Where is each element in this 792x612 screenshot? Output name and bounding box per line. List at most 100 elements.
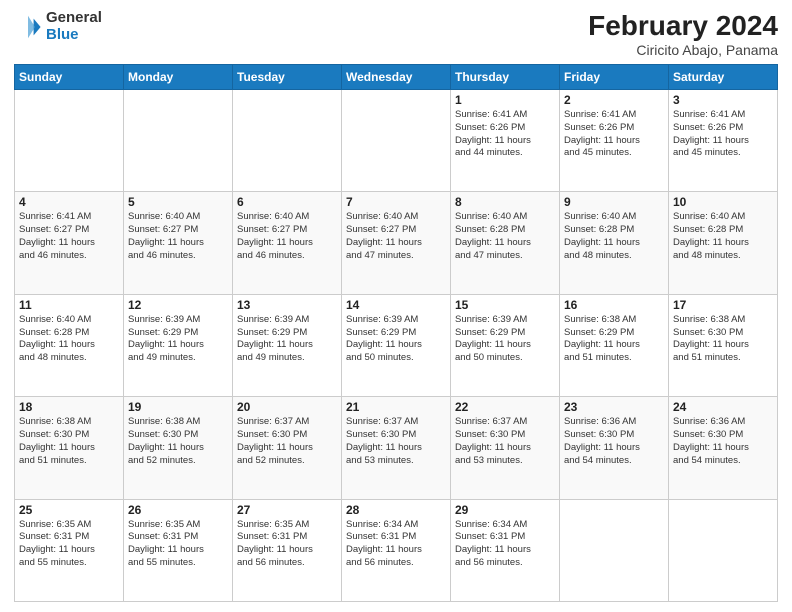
day-header-thursday: Thursday: [451, 65, 560, 90]
day-number: 27: [237, 503, 337, 517]
calendar-cell: 6 Sunrise: 6:40 AM Sunset: 6:27 PM Daylig…: [233, 192, 342, 294]
day-info: Sunrise: 6:39 AM Sunset: 6:29 PM Dayligh…: [455, 314, 555, 365]
calendar-cell: 14 Sunrise: 6:39 AM Sunset: 6:29 PM Dayli…: [342, 294, 451, 396]
day-info: Sunrise: 6:34 AM Sunset: 6:31 PM Dayligh…: [455, 519, 555, 570]
day-number: 6: [237, 195, 337, 209]
title-block: February 2024 Ciricito Abajo, Panama: [588, 10, 778, 58]
calendar-cell: 1 Sunrise: 6:41 AM Sunset: 6:26 PM Daylig…: [451, 90, 560, 192]
day-info: Sunrise: 6:40 AM Sunset: 6:27 PM Dayligh…: [128, 211, 228, 262]
day-number: 21: [346, 400, 446, 414]
day-number: 11: [19, 298, 119, 312]
calendar-cell: 28 Sunrise: 6:34 AM Sunset: 6:31 PM Dayli…: [342, 499, 451, 601]
calendar-body: 1 Sunrise: 6:41 AM Sunset: 6:26 PM Daylig…: [15, 90, 778, 602]
calendar-cell: 24Sunrise: 6:36 AM Sunset: 6:30 PM Dayli…: [669, 397, 778, 499]
calendar-title: February 2024: [588, 10, 778, 42]
calendar-cell: 19 Sunrise: 6:38 AM Sunset: 6:30 PM Dayli…: [124, 397, 233, 499]
day-number: 3: [673, 93, 773, 107]
calendar-header: SundayMondayTuesdayWednesdayThursdayFrid…: [15, 65, 778, 90]
calendar-cell: 23 Sunrise: 6:36 AM Sunset: 6:30 PM Dayli…: [560, 397, 669, 499]
day-number: 22: [455, 400, 555, 414]
day-info: Sunrise: 6:36 AM Sunset: 6:30 PM Dayligh…: [673, 416, 773, 467]
logo-text: General Blue: [46, 10, 102, 43]
day-number: 5: [128, 195, 228, 209]
day-info: Sunrise: 6:36 AM Sunset: 6:30 PM Dayligh…: [564, 416, 664, 467]
day-info: Sunrise: 6:40 AM Sunset: 6:28 PM Dayligh…: [673, 211, 773, 262]
week-row-1: 4 Sunrise: 6:41 AM Sunset: 6:27 PM Daylig…: [15, 192, 778, 294]
day-info: Sunrise: 6:37 AM Sunset: 6:30 PM Dayligh…: [346, 416, 446, 467]
calendar-cell: 8Sunrise: 6:40 AM Sunset: 6:28 PM Daylig…: [451, 192, 560, 294]
day-number: 15: [455, 298, 555, 312]
day-info: Sunrise: 6:34 AM Sunset: 6:31 PM Dayligh…: [346, 519, 446, 570]
day-number: 9: [564, 195, 664, 209]
calendar-cell: 18 Sunrise: 6:38 AM Sunset: 6:30 PM Dayli…: [15, 397, 124, 499]
calendar-cell: 22 Sunrise: 6:37 AM Sunset: 6:30 PM Dayli…: [451, 397, 560, 499]
day-number: 12: [128, 298, 228, 312]
calendar-cell: 10 Sunrise: 6:40 AM Sunset: 6:28 PM Dayli…: [669, 192, 778, 294]
calendar-cell: [15, 90, 124, 192]
day-number: 23: [564, 400, 664, 414]
day-info: Sunrise: 6:40 AM Sunset: 6:28 PM Dayligh…: [455, 211, 555, 262]
day-header-wednesday: Wednesday: [342, 65, 451, 90]
day-number: 25: [19, 503, 119, 517]
calendar-cell: 3Sunrise: 6:41 AM Sunset: 6:26 PM Daylig…: [669, 90, 778, 192]
day-info: Sunrise: 6:38 AM Sunset: 6:30 PM Dayligh…: [128, 416, 228, 467]
day-info: Sunrise: 6:35 AM Sunset: 6:31 PM Dayligh…: [19, 519, 119, 570]
logo-blue-text: Blue: [46, 27, 102, 44]
day-number: 4: [19, 195, 119, 209]
day-info: Sunrise: 6:35 AM Sunset: 6:31 PM Dayligh…: [128, 519, 228, 570]
day-header-saturday: Saturday: [669, 65, 778, 90]
calendar-cell: 25 Sunrise: 6:35 AM Sunset: 6:31 PM Dayli…: [15, 499, 124, 601]
calendar-cell: 11 Sunrise: 6:40 AM Sunset: 6:28 PM Dayli…: [15, 294, 124, 396]
day-info: Sunrise: 6:41 AM Sunset: 6:27 PM Dayligh…: [19, 211, 119, 262]
day-info: Sunrise: 6:40 AM Sunset: 6:27 PM Dayligh…: [237, 211, 337, 262]
day-number: 7: [346, 195, 446, 209]
day-number: 20: [237, 400, 337, 414]
calendar-cell: 29 Sunrise: 6:34 AM Sunset: 6:31 PM Dayli…: [451, 499, 560, 601]
calendar-cell: [233, 90, 342, 192]
week-row-4: 25 Sunrise: 6:35 AM Sunset: 6:31 PM Dayli…: [15, 499, 778, 601]
day-number: 14: [346, 298, 446, 312]
day-info: Sunrise: 6:37 AM Sunset: 6:30 PM Dayligh…: [237, 416, 337, 467]
day-info: Sunrise: 6:35 AM Sunset: 6:31 PM Dayligh…: [237, 519, 337, 570]
calendar-cell: 16Sunrise: 6:38 AM Sunset: 6:29 PM Dayli…: [560, 294, 669, 396]
page: General Blue February 2024 Ciricito Abaj…: [0, 0, 792, 612]
day-info: Sunrise: 6:38 AM Sunset: 6:30 PM Dayligh…: [673, 314, 773, 365]
day-info: Sunrise: 6:40 AM Sunset: 6:28 PM Dayligh…: [19, 314, 119, 365]
day-number: 19: [128, 400, 228, 414]
calendar-cell: 2Sunrise: 6:41 AM Sunset: 6:26 PM Daylig…: [560, 90, 669, 192]
day-number: 29: [455, 503, 555, 517]
calendar-cell: [124, 90, 233, 192]
day-info: Sunrise: 6:41 AM Sunset: 6:26 PM Dayligh…: [564, 109, 664, 160]
day-info: Sunrise: 6:39 AM Sunset: 6:29 PM Dayligh…: [237, 314, 337, 365]
day-info: Sunrise: 6:41 AM Sunset: 6:26 PM Dayligh…: [455, 109, 555, 160]
day-number: 18: [19, 400, 119, 414]
calendar-cell: 5 Sunrise: 6:40 AM Sunset: 6:27 PM Daylig…: [124, 192, 233, 294]
logo-general-text: General: [46, 10, 102, 27]
day-info: Sunrise: 6:39 AM Sunset: 6:29 PM Dayligh…: [128, 314, 228, 365]
week-row-2: 11 Sunrise: 6:40 AM Sunset: 6:28 PM Dayli…: [15, 294, 778, 396]
calendar-cell: 13 Sunrise: 6:39 AM Sunset: 6:29 PM Dayli…: [233, 294, 342, 396]
day-number: 17: [673, 298, 773, 312]
day-info: Sunrise: 6:38 AM Sunset: 6:30 PM Dayligh…: [19, 416, 119, 467]
day-number: 28: [346, 503, 446, 517]
day-number: 13: [237, 298, 337, 312]
header: General Blue February 2024 Ciricito Abaj…: [14, 10, 778, 58]
calendar-cell: 4 Sunrise: 6:41 AM Sunset: 6:27 PM Daylig…: [15, 192, 124, 294]
day-number: 26: [128, 503, 228, 517]
week-row-0: 1 Sunrise: 6:41 AM Sunset: 6:26 PM Daylig…: [15, 90, 778, 192]
calendar-cell: 27 Sunrise: 6:35 AM Sunset: 6:31 PM Dayli…: [233, 499, 342, 601]
calendar-cell: 20 Sunrise: 6:37 AM Sunset: 6:30 PM Dayli…: [233, 397, 342, 499]
calendar-cell: 17 Sunrise: 6:38 AM Sunset: 6:30 PM Dayli…: [669, 294, 778, 396]
day-header-tuesday: Tuesday: [233, 65, 342, 90]
day-info: Sunrise: 6:37 AM Sunset: 6:30 PM Dayligh…: [455, 416, 555, 467]
calendar-table: SundayMondayTuesdayWednesdayThursdayFrid…: [14, 64, 778, 602]
day-info: Sunrise: 6:38 AM Sunset: 6:29 PM Dayligh…: [564, 314, 664, 365]
day-header-sunday: Sunday: [15, 65, 124, 90]
day-info: Sunrise: 6:39 AM Sunset: 6:29 PM Dayligh…: [346, 314, 446, 365]
day-number: 10: [673, 195, 773, 209]
calendar-cell: 15 Sunrise: 6:39 AM Sunset: 6:29 PM Dayli…: [451, 294, 560, 396]
calendar-cell: 9Sunrise: 6:40 AM Sunset: 6:28 PM Daylig…: [560, 192, 669, 294]
day-number: 1: [455, 93, 555, 107]
day-header-monday: Monday: [124, 65, 233, 90]
calendar-cell: 7Sunrise: 6:40 AM Sunset: 6:27 PM Daylig…: [342, 192, 451, 294]
